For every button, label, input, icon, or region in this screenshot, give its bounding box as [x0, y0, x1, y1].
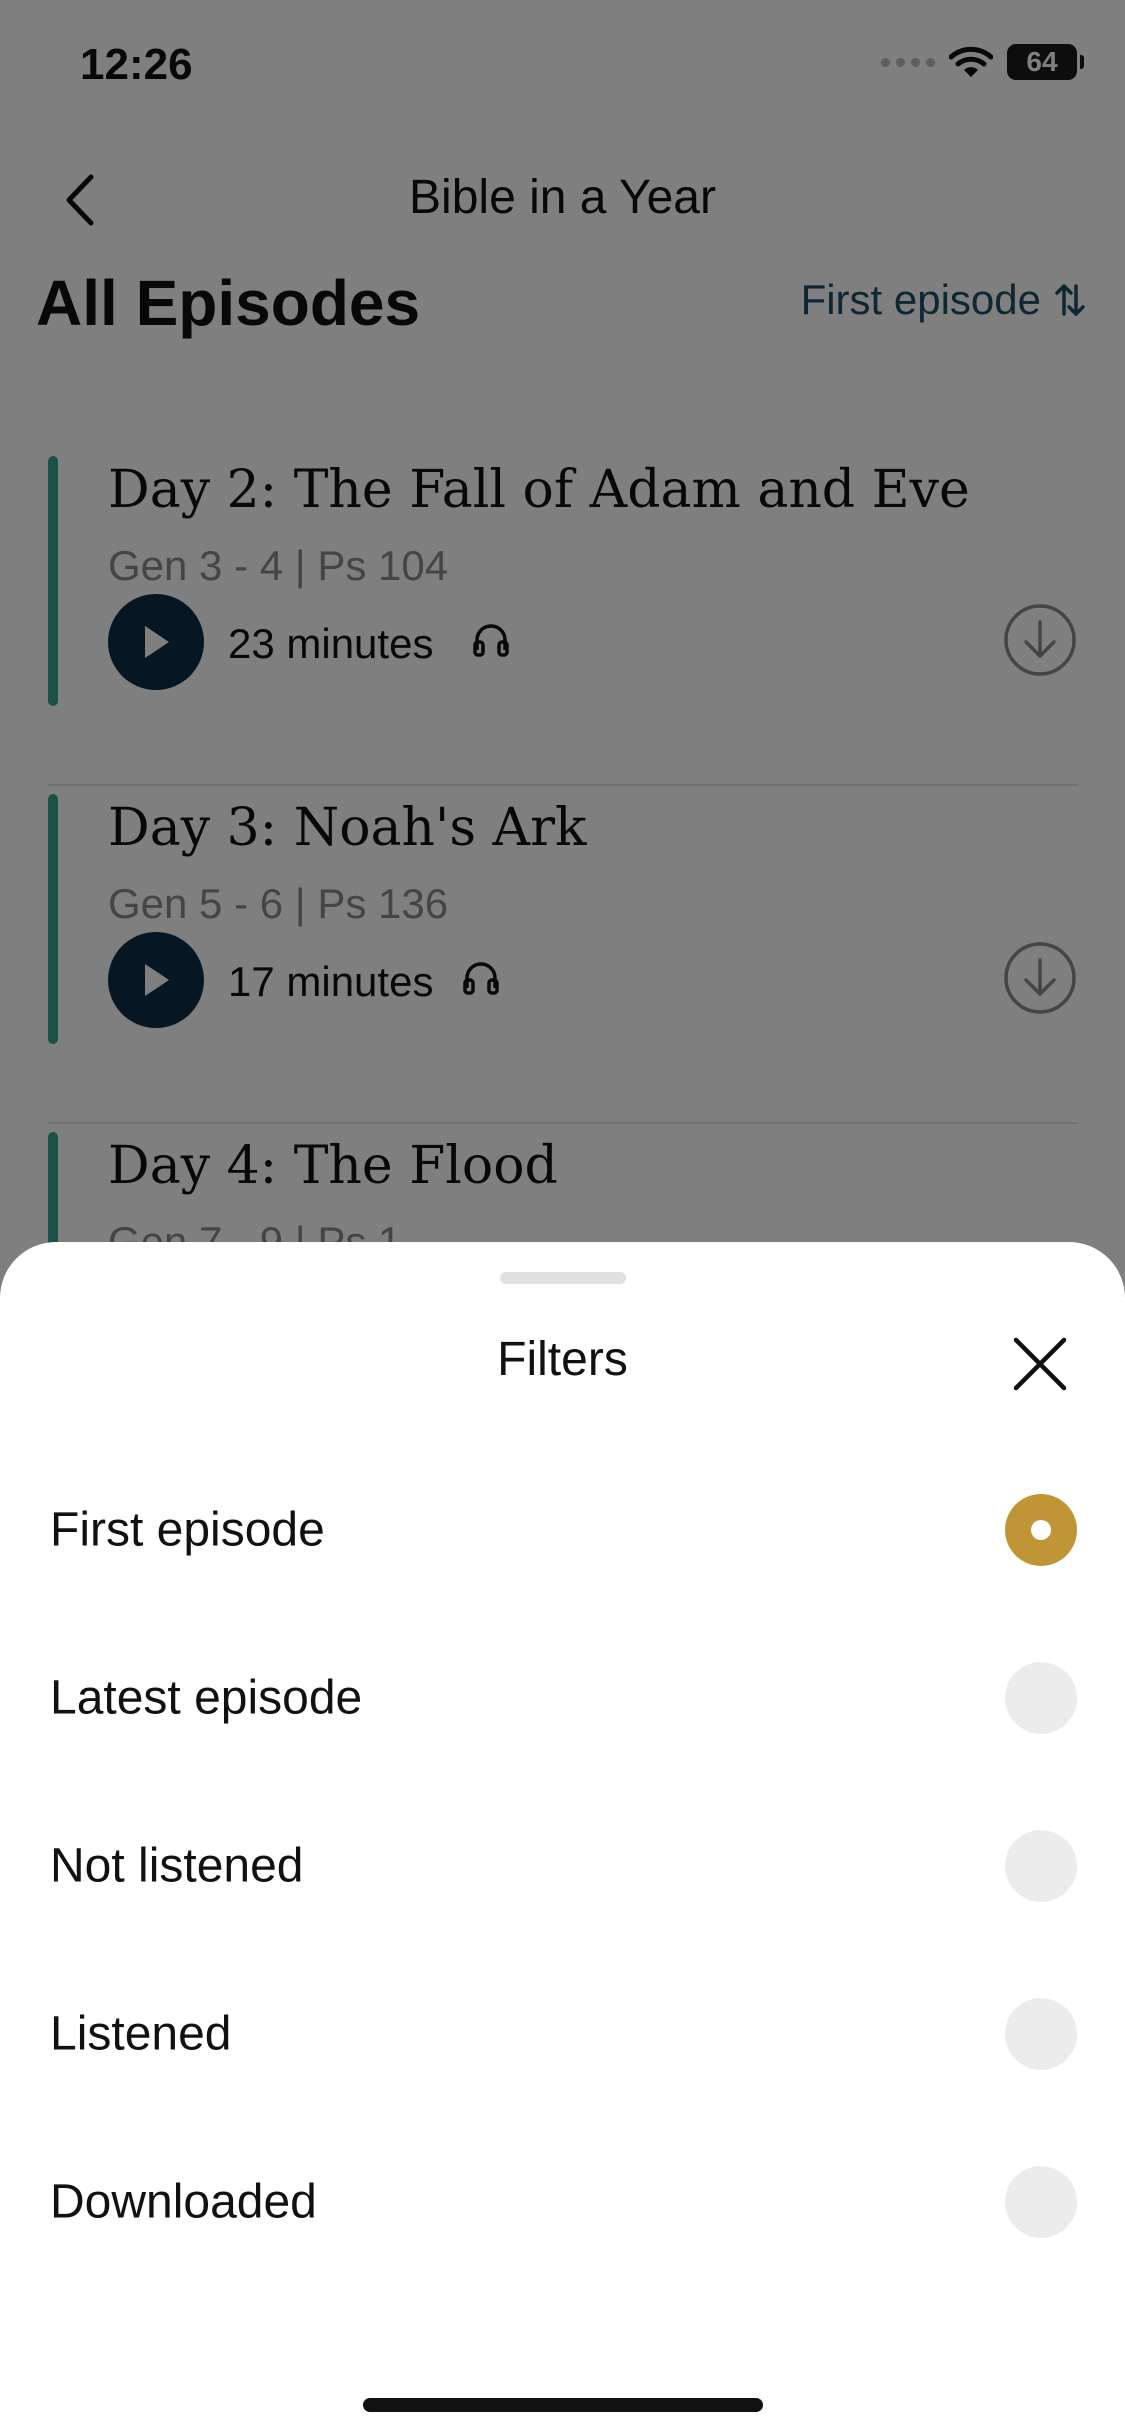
filter-option-downloaded[interactable]: Downloaded — [0, 2118, 1125, 2286]
radio-button[interactable] — [1005, 1830, 1077, 1902]
filter-option-label: Listened — [50, 2007, 232, 2061]
filters-sheet: Filters First episode Latest episode Not… — [0, 1242, 1125, 2436]
filter-option-label: First episode — [50, 1503, 325, 1557]
filter-option-label: Not listened — [50, 1839, 304, 1893]
filter-option-label: Downloaded — [50, 2175, 317, 2229]
radio-button[interactable] — [1005, 1998, 1077, 2070]
filter-option-latest-episode[interactable]: Latest episode — [0, 1614, 1125, 1782]
filter-option-listened[interactable]: Listened — [0, 1950, 1125, 2118]
filter-option-label: Latest episode — [50, 1671, 363, 1725]
filter-option-first-episode[interactable]: First episode — [0, 1446, 1125, 1614]
home-indicator — [363, 2398, 763, 2412]
radio-button[interactable] — [1005, 2166, 1077, 2238]
close-icon[interactable] — [1010, 1334, 1070, 1394]
radio-button[interactable] — [1005, 1662, 1077, 1734]
sheet-title: Filters — [497, 1333, 628, 1386]
sheet-grabber[interactable] — [500, 1272, 626, 1284]
filter-option-not-listened[interactable]: Not listened — [0, 1782, 1125, 1950]
radio-button-selected[interactable] — [1005, 1494, 1077, 1566]
